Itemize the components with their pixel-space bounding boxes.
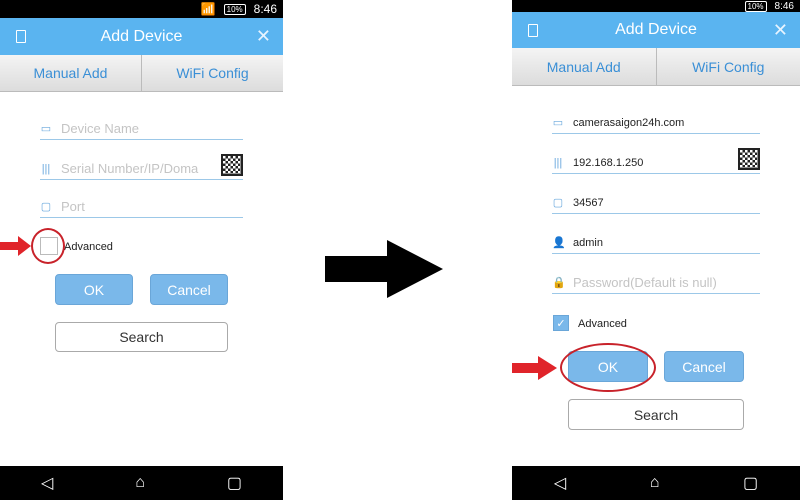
advanced-label: Advanced [64,241,113,253]
device-name-input[interactable]: ▭ camerasaigon24h.com [552,112,760,134]
page-title: Add Device [615,21,697,38]
search-button[interactable]: Search [568,399,744,430]
battery-indicator: 10% [223,3,246,15]
ok-button[interactable]: OK [55,274,133,305]
cancel-button[interactable]: Cancel [664,351,744,382]
tab-manual-add[interactable]: Manual Add [0,55,141,91]
close-icon[interactable]: ✕ [773,20,788,41]
signal-icon: 📶 [200,2,216,16]
back-icon[interactable]: ◁ [41,473,53,493]
cancel-button[interactable]: Cancel [150,274,228,305]
monitor-icon: ▭ [40,123,52,135]
tab-manual-add[interactable]: Manual Add [512,48,656,85]
serial-input[interactable]: ||| Serial Number/IP/Doma [40,154,243,180]
port-icon: ▢ [552,197,564,209]
menu-icon[interactable] [528,23,538,37]
app-header: Add Device ✕ [512,12,800,48]
app-header: Add Device ✕ [0,18,283,55]
port-icon: ▢ [40,201,52,213]
phone-before: 📶 10% 8:46 Add Device ✕ Manual Add WiFi … [0,0,283,500]
recents-icon[interactable]: ▢ [743,473,758,493]
nav-bar: ◁ ⌂ ▢ [0,466,283,500]
monitor-icon: ▭ [552,117,564,129]
home-icon[interactable]: ⌂ [650,474,660,492]
status-bar: 📶 10% 8:46 [0,0,283,18]
advanced-label: Advanced [578,318,627,330]
battery-indicator: 10% [744,0,767,12]
tab-wifi-config[interactable]: WiFi Config [141,55,283,91]
tab-wifi-config[interactable]: WiFi Config [655,48,800,85]
port-input[interactable]: ▢ 34567 [552,192,760,214]
back-icon[interactable]: ◁ [554,473,566,493]
device-name-input[interactable]: ▭ Device Name [40,118,243,140]
barcode-icon: ||| [41,162,51,175]
red-arrow-icon [512,356,557,380]
nav-bar: ◁ ⌂ ▢ [512,466,800,500]
clock: 8:46 [774,0,794,12]
recents-icon[interactable]: ▢ [227,473,242,493]
tab-bar: Manual Add WiFi Config [0,55,283,92]
user-icon: 👤 [552,237,566,249]
close-icon[interactable]: ✕ [256,26,271,47]
tab-bar: Manual Add WiFi Config [512,48,800,86]
menu-icon[interactable] [16,30,26,43]
advanced-checkbox[interactable]: ✓ [553,315,569,331]
home-icon[interactable]: ⌂ [135,474,145,492]
username-input[interactable]: 👤 admin [552,232,760,254]
clock: 8:46 [253,2,277,16]
highlight-circle [560,343,656,392]
phone-after: 10% 8:46 Add Device ✕ Manual Add WiFi Co… [512,0,800,500]
lock-icon: 🔒 [552,277,566,289]
highlight-circle [31,228,65,264]
serial-input[interactable]: ||| 192.168.1.250 [552,148,760,174]
barcode-icon: ||| [553,156,563,169]
qr-code-icon[interactable] [738,148,760,170]
password-input[interactable]: 🔒 Password(Default is null) [552,272,760,294]
search-button[interactable]: Search [55,322,228,352]
page-title: Add Device [100,27,183,45]
red-arrow-icon [0,236,31,256]
qr-code-icon[interactable] [221,154,243,176]
status-bar: 10% 8:46 [512,0,800,12]
port-input[interactable]: ▢ Port [40,196,243,218]
transition-arrow-icon [325,240,443,298]
